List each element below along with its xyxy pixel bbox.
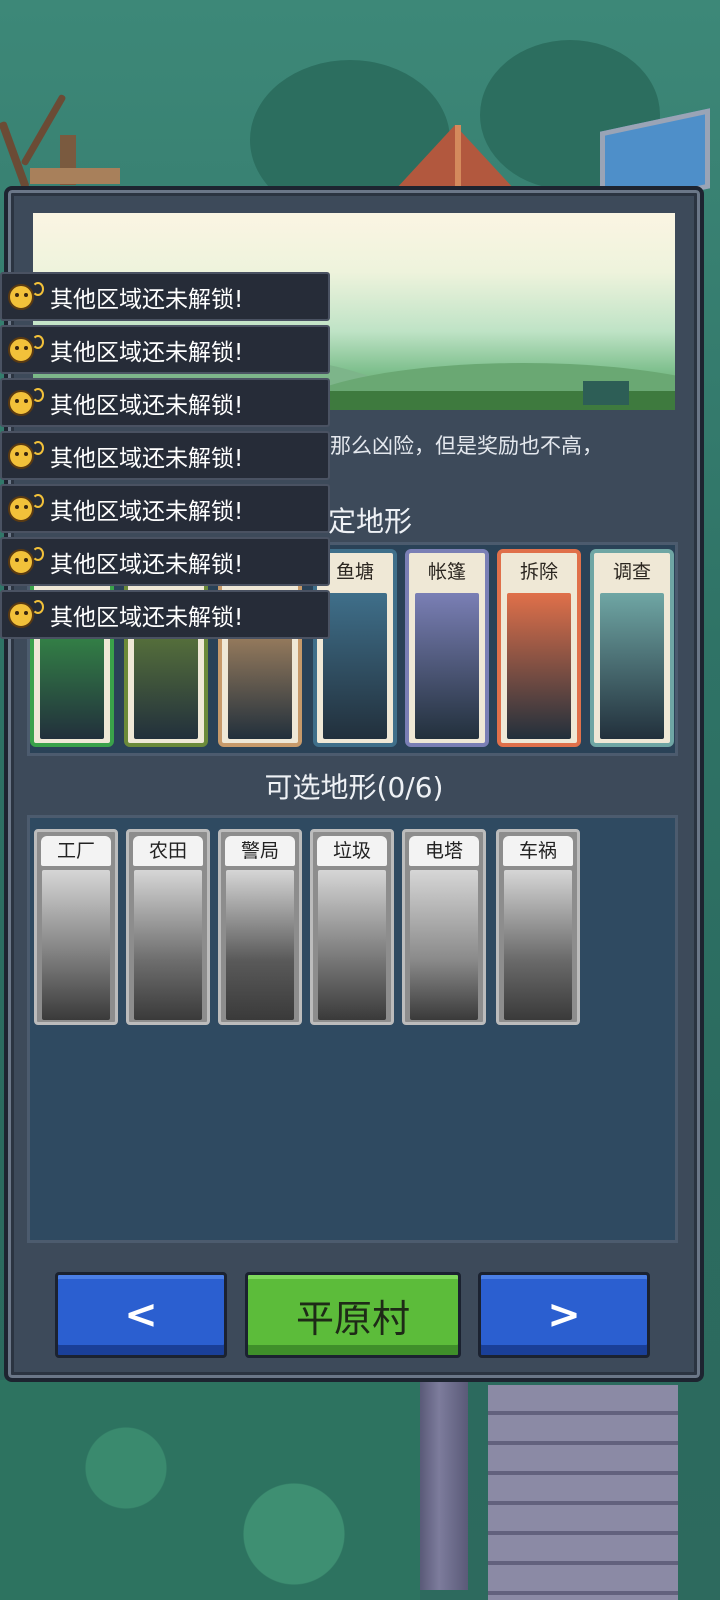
toast-text: 其他区域还未解锁!: [50, 498, 244, 525]
background-grass: [0, 1380, 420, 1600]
toast-message: 其他区域还未解锁!: [0, 272, 330, 321]
optional-terrain-card[interactable]: 警局: [218, 829, 302, 1025]
chevron-left-icon: <: [124, 1292, 158, 1338]
card-label: 车祸: [503, 836, 573, 866]
background-stairs: [488, 1385, 678, 1600]
card-artwork: [415, 593, 479, 739]
toast-text: 其他区域还未解锁!: [50, 286, 244, 313]
card-label: 鱼塘: [323, 557, 387, 587]
dizzy-face-icon: [8, 334, 44, 365]
toast-text: 其他区域还未解锁!: [50, 392, 244, 419]
optional-terrain-card[interactable]: 农田: [126, 829, 210, 1025]
toast-text: 其他区域还未解锁!: [50, 445, 244, 472]
optional-terrain-card[interactable]: 工厂: [34, 829, 118, 1025]
card-artwork: [600, 593, 664, 739]
card-artwork: [318, 870, 386, 1020]
dizzy-face-icon: [8, 599, 44, 630]
card-label: 拆除: [507, 557, 571, 587]
toast-text: 其他区域还未解锁!: [50, 551, 244, 578]
card-artwork: [323, 593, 387, 739]
current-location-button[interactable]: 平原村: [245, 1272, 461, 1358]
card-artwork: [410, 870, 478, 1020]
card-label: 垃圾: [317, 836, 387, 866]
current-location-label: 平原村: [295, 1296, 410, 1341]
prev-location-button[interactable]: <: [55, 1272, 227, 1358]
card-artwork: [226, 870, 294, 1020]
toast-message: 其他区域还未解锁!: [0, 484, 330, 533]
dizzy-face-icon: [8, 546, 44, 577]
toast-message: 其他区域还未解锁!: [0, 590, 330, 639]
background-roof-ridge: [455, 125, 461, 190]
fixed-terrain-card[interactable]: 帐篷: [405, 549, 489, 747]
fixed-terrain-title: 定地形: [328, 505, 413, 538]
card-label: 调查: [600, 557, 664, 587]
optional-terrain-card[interactable]: 电塔: [402, 829, 486, 1025]
card-artwork: [507, 593, 571, 739]
background-column: [420, 1380, 468, 1590]
chevron-right-icon: >: [547, 1292, 581, 1338]
card-artwork: [504, 870, 572, 1020]
dizzy-face-icon: [8, 387, 44, 418]
dizzy-face-icon: [8, 281, 44, 312]
card-label: 农田: [133, 836, 203, 866]
toast-message: 其他区域还未解锁!: [0, 325, 330, 374]
card-label: 帐篷: [415, 557, 479, 587]
next-location-button[interactable]: >: [478, 1272, 650, 1358]
card-artwork: [134, 870, 202, 1020]
optional-terrain-card[interactable]: 垃圾: [310, 829, 394, 1025]
toast-message: 其他区域还未解锁!: [0, 537, 330, 586]
optional-terrain-card[interactable]: 车祸: [496, 829, 580, 1025]
card-label: 电塔: [409, 836, 479, 866]
fixed-terrain-card[interactable]: 调查: [590, 549, 674, 747]
dizzy-face-icon: [8, 493, 44, 524]
fixed-terrain-card[interactable]: 拆除: [497, 549, 581, 747]
card-label: 警局: [225, 836, 295, 866]
location-description: 那么凶险，但是奖励也不高，: [330, 434, 603, 458]
background-sign: [30, 168, 120, 184]
toast-message: 其他区域还未解锁!: [0, 378, 330, 427]
toast-text: 其他区域还未解锁!: [50, 604, 244, 631]
dizzy-face-icon: [8, 440, 44, 471]
optional-terrain-title: 可选地形(0/6): [264, 771, 444, 804]
toast-text: 其他区域还未解锁!: [50, 339, 244, 366]
toast-message: 其他区域还未解锁!: [0, 431, 330, 480]
card-artwork: [42, 870, 110, 1020]
card-label: 工厂: [41, 836, 111, 866]
